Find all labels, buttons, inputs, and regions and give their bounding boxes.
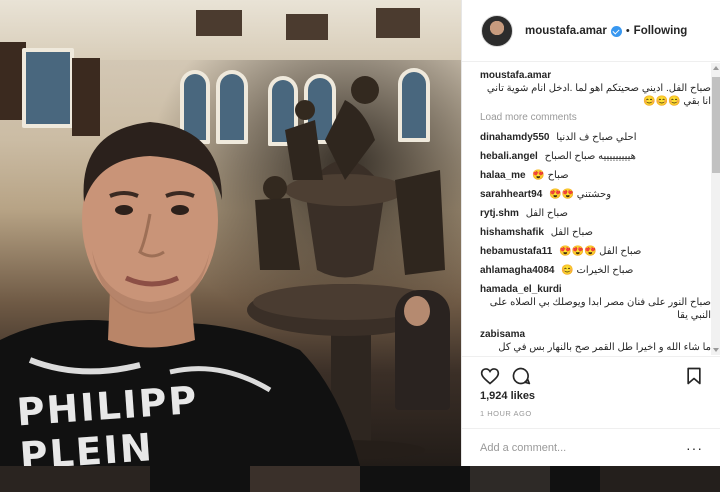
comment-row: hamada_el_kurdi صباح النور على فنان مصر … bbox=[480, 283, 711, 322]
caption-emoji: 😊😊😊 bbox=[643, 96, 681, 107]
comment-username[interactable]: rytj.shm bbox=[480, 208, 519, 219]
following-button[interactable]: Following bbox=[634, 25, 688, 37]
more-options-button[interactable]: ··· bbox=[686, 440, 703, 456]
post-header: moustafa.amar • Following bbox=[462, 0, 720, 62]
comment-text: صباح الفل 😍😍😍 bbox=[559, 246, 642, 257]
comment-row: dinahamdy550 احلي صباح ف الدنيا bbox=[480, 131, 711, 144]
comment-username[interactable]: hebamustafa11 bbox=[480, 246, 552, 257]
comment-row: rytj.shm صباح الفل bbox=[480, 207, 711, 220]
comments-scrollbar[interactable] bbox=[711, 63, 720, 355]
comment-username[interactable]: halaa_me bbox=[480, 170, 526, 181]
comment-username[interactable]: hebali.angel bbox=[480, 151, 538, 162]
comment-text: هيييييييييه صباح الصباح bbox=[544, 151, 636, 162]
comment-row: sarahheart94 وحشتني 😍😍 bbox=[480, 188, 711, 201]
post-photo[interactable]: PHILIPP PLEIN bbox=[0, 0, 461, 466]
comment-text: ما شاء الله و اخيرا طل القمر صح بالنهار … bbox=[498, 342, 711, 353]
comment-username[interactable]: hamada_el_kurdi bbox=[480, 284, 562, 295]
background-person bbox=[404, 296, 430, 326]
caption-username[interactable]: moustafa.amar bbox=[480, 70, 551, 81]
action-bar bbox=[462, 356, 720, 390]
load-more-comments[interactable]: Load more comments bbox=[480, 112, 711, 123]
comment-row: ahlamagha4084 صباح الخيرات 😊 bbox=[480, 264, 711, 277]
add-comment-bar: Add a comment... ··· bbox=[462, 428, 720, 466]
comment-username[interactable]: dinahamdy550 bbox=[480, 132, 549, 143]
comment-text: صباح النور على فنان مصر ابدا ويوصلك بي ا… bbox=[489, 297, 711, 321]
post-timestamp[interactable]: 1 HOUR AGO bbox=[480, 409, 532, 418]
comment-username[interactable]: hishamshafik bbox=[480, 227, 544, 238]
caption-text: صباح الفل. اديني صحيتكم اهو لما .ادخل ان… bbox=[480, 82, 711, 108]
comment-text: صباح الفل bbox=[525, 208, 568, 219]
strip-thumb bbox=[470, 466, 550, 492]
comment-username[interactable]: zabisama bbox=[480, 329, 525, 340]
comment-username[interactable]: ahlamagha4084 bbox=[480, 265, 555, 276]
comment-text: احلي صباح ف الدنيا bbox=[556, 132, 637, 143]
comment-text: صباح الفل bbox=[550, 227, 593, 238]
comments-list[interactable]: moustafa.amar صباح الفل. اديني صحيتكم اه… bbox=[462, 63, 720, 355]
comment-row: halaa_me صباح 😍 bbox=[480, 169, 711, 182]
strip-thumb bbox=[250, 466, 360, 492]
caption: moustafa.amar صباح الفل. اديني صحيتكم اه… bbox=[480, 69, 711, 108]
add-comment-input[interactable]: Add a comment... bbox=[480, 442, 686, 454]
wall-panel bbox=[286, 14, 328, 40]
background-strip bbox=[0, 466, 720, 492]
post-details-panel: moustafa.amar • Following moustafa.amar … bbox=[461, 0, 720, 466]
comment-row: hebamustafa11 صباح الفل 😍😍😍 bbox=[480, 245, 711, 258]
header-username[interactable]: moustafa.amar bbox=[525, 25, 607, 37]
comment-row: hebali.angel هيييييييييه صباح الصباح bbox=[480, 150, 711, 163]
strip-thumb bbox=[600, 466, 720, 492]
comment-username[interactable]: sarahheart94 bbox=[480, 189, 542, 200]
likes-count[interactable]: 1,924 likes bbox=[480, 390, 535, 402]
verified-badge-icon bbox=[610, 26, 622, 37]
comment-text: وحشتني 😍😍 bbox=[549, 189, 612, 200]
scroll-thumb[interactable] bbox=[712, 77, 720, 173]
comment-row: hishamshafik صباح الفل bbox=[480, 226, 711, 239]
strip-thumb bbox=[0, 466, 150, 492]
separator-dot: • bbox=[625, 24, 630, 37]
scroll-down-arrow[interactable] bbox=[713, 348, 719, 352]
wall-panel bbox=[196, 10, 242, 36]
comment-text: صباح 😍 bbox=[532, 170, 569, 181]
comment-row: zabisama ما شاء الله و اخيرا طل القمر صح… bbox=[480, 328, 711, 355]
scroll-up-arrow[interactable] bbox=[713, 66, 719, 70]
comment-text: صباح الخيرات 😊 bbox=[561, 265, 634, 276]
comment-icon[interactable] bbox=[511, 366, 531, 386]
avatar[interactable] bbox=[481, 14, 513, 47]
bookmark-icon[interactable] bbox=[684, 366, 704, 386]
heart-icon[interactable] bbox=[480, 366, 500, 386]
wall-panel bbox=[376, 8, 420, 38]
